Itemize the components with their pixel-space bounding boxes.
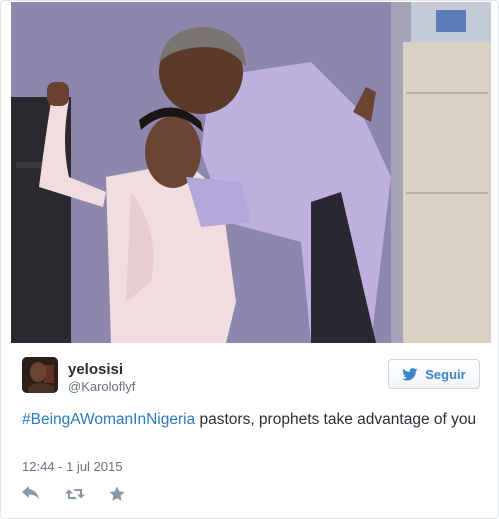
avatar[interactable] [22,357,58,393]
star-icon [109,486,125,501]
tweet-card: yelosisi @Karoloflyf Seguir #BeingAWoman… [0,0,499,519]
display-name[interactable]: yelosisi [68,361,123,378]
photo-illustration [11,2,491,343]
follow-button-label: Seguir [425,366,466,382]
tweet-photo[interactable] [11,2,491,343]
avatar-image [22,357,58,393]
hashtag-link[interactable]: #BeingAWomanInNigeria [22,411,195,428]
tweet-text-body: pastors, prophets take advantage of you [195,411,477,428]
tweet-text: #BeingAWomanInNigeria pastors, prophets … [22,409,482,431]
tweet-timestamp[interactable]: 12:44 - 1 jul 2015 [22,459,122,474]
favorite-button[interactable] [109,486,125,502]
follow-button[interactable]: Seguir [388,359,480,389]
twitter-bird-icon [402,367,418,380]
reply-button[interactable] [22,486,40,502]
user-handle[interactable]: @Karoloflyf [68,379,135,395]
reply-icon [22,486,39,500]
retweet-button[interactable] [65,486,85,502]
retweet-icon [65,489,85,499]
